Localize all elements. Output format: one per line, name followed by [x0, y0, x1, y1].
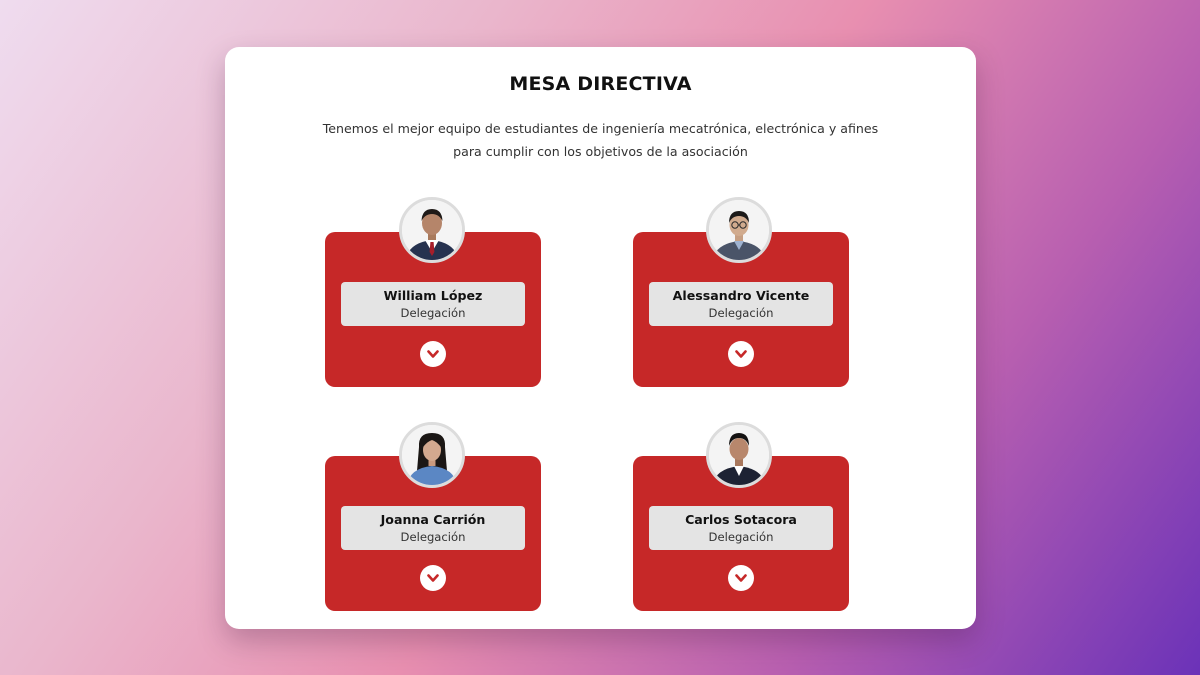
- member-avatar: [706, 197, 772, 263]
- person-photo-icon: [402, 425, 462, 485]
- member-avatar: [706, 422, 772, 488]
- section-subtitle-line-1: Tenemos el mejor equipo de estudiantes d…: [322, 121, 879, 136]
- member-role: Delegación: [708, 306, 774, 320]
- member-name-box: William López Delegación: [341, 282, 525, 326]
- member-name: Joanna Carrión: [380, 512, 486, 527]
- chevron-down-icon: [735, 574, 747, 582]
- member-avatar: [399, 197, 465, 263]
- section-subtitle: Tenemos el mejor equipo de estudiantes d…: [285, 117, 916, 163]
- chevron-down-icon: [427, 574, 439, 582]
- person-photo-icon: [402, 200, 462, 260]
- member-name: Alessandro Vicente: [672, 288, 810, 303]
- section-subtitle-line-2: para cumplir con los objetivos de la aso…: [453, 144, 748, 159]
- member-avatar: [399, 422, 465, 488]
- member-name-box: Joanna Carrión Delegación: [341, 506, 525, 550]
- member-name: William López: [383, 288, 483, 303]
- expand-chevron-button[interactable]: [420, 565, 446, 591]
- member-role: Delegación: [400, 530, 466, 544]
- member-name-box: Carlos Sotacora Delegación: [649, 506, 833, 550]
- member-role: Delegación: [708, 530, 774, 544]
- expand-chevron-button[interactable]: [728, 565, 754, 591]
- chevron-down-icon: [735, 350, 747, 358]
- section-title: MESA DIRECTIVA: [509, 73, 692, 95]
- member-name-box: Alessandro Vicente Delegación: [649, 282, 833, 326]
- member-name: Carlos Sotacora: [685, 512, 797, 527]
- expand-chevron-button[interactable]: [420, 341, 446, 367]
- team-section-panel: MESA DIRECTIVA Tenemos el mejor equipo d…: [225, 47, 976, 629]
- person-photo-icon: [709, 425, 769, 485]
- person-photo-icon: [709, 200, 769, 260]
- expand-chevron-button[interactable]: [728, 341, 754, 367]
- chevron-down-icon: [427, 350, 439, 358]
- member-role: Delegación: [400, 306, 466, 320]
